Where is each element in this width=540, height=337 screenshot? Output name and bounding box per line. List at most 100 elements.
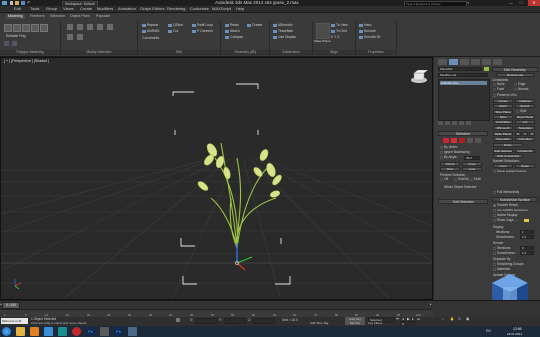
x-button[interactable]: X — [515, 132, 521, 136]
cmd-repeat[interactable]: Repeat — [142, 23, 158, 28]
group-label-align[interactable]: Align — [313, 50, 355, 55]
app-icon[interactable] — [2, 1, 7, 5]
zoom-icon[interactable]: ⌕ — [442, 317, 444, 321]
cage-color-swatch[interactable] — [524, 219, 529, 222]
group-label-subdivision[interactable]: Subdivision — [270, 50, 312, 55]
cmd-xyz[interactable]: X Y Z — [331, 35, 339, 40]
cmd-create[interactable]: Create — [247, 23, 262, 28]
app-icon-7[interactable] — [100, 327, 109, 336]
cmd-relax[interactable]: Relax — [225, 23, 239, 28]
full-interactivity-checkbox[interactable] — [493, 191, 496, 194]
menu-item-views[interactable]: Views — [63, 6, 74, 12]
preview-subobj-radio[interactable] — [454, 178, 457, 181]
open-file-icon[interactable] — [15, 1, 19, 5]
slice-plane-button[interactable]: Slice Plane — [493, 110, 513, 114]
create-tab-icon[interactable] — [438, 59, 447, 65]
edge-mode-icon[interactable] — [451, 138, 457, 143]
shrink-selection-icon[interactable] — [77, 24, 83, 30]
save-file-icon[interactable] — [21, 1, 25, 5]
view-align-button[interactable]: View Align — [493, 137, 513, 141]
cmd-use-displac[interactable]: Use Displac. — [273, 35, 297, 40]
key-filters-button[interactable]: Key Filters... — [368, 321, 392, 325]
viewcube-icon[interactable] — [410, 69, 429, 84]
shrink-button[interactable]: Shrink — [440, 162, 460, 166]
cmd-qslice[interactable]: QSlice — [168, 23, 183, 28]
z-coord-field[interactable] — [253, 318, 275, 324]
rollout-selection[interactable]: Selection — [438, 131, 488, 136]
clock-date[interactable]: 24.01.2014 — [507, 332, 522, 336]
cmd-msmooth[interactable]: MSmooth — [273, 23, 293, 28]
menu-item-customize[interactable]: Customize — [190, 6, 209, 12]
language-indicator[interactable]: EN — [486, 329, 491, 333]
configure-sets-icon[interactable] — [466, 121, 471, 125]
maxscript-listener-field[interactable]: Welcome to M — [1, 318, 28, 324]
orbit-icon[interactable]: ↻ — [458, 317, 461, 321]
modifier-list-dropdown[interactable]: Modifier List — [438, 73, 488, 77]
remove-modifier-icon[interactable] — [459, 121, 464, 125]
attach-button[interactable]: Attach — [493, 104, 513, 108]
render-smoothness-checkbox[interactable] — [493, 252, 496, 255]
quick-access-toolbar[interactable]: ↶ — [10, 1, 32, 5]
stack-down-icon[interactable] — [4, 41, 9, 46]
smoothing-groups-checkbox[interactable] — [493, 263, 496, 266]
photoshop-icon[interactable]: Ps — [86, 327, 95, 336]
iterations-field[interactable]: 1 — [520, 230, 534, 234]
border-mode-icon[interactable] — [459, 138, 465, 143]
vertex-mode-icon[interactable] — [443, 138, 449, 143]
cmd-to-view[interactable]: To View — [331, 23, 348, 28]
menu-item-create[interactable]: Create — [80, 6, 92, 12]
menu-item-graph-editors[interactable]: Graph Editors — [140, 6, 165, 12]
undo-icon[interactable]: ↶ — [27, 1, 31, 5]
x-coord-field[interactable] — [195, 318, 217, 324]
tab-populate[interactable]: Populate — [96, 14, 110, 19]
make-planar-panel-button[interactable]: Make Planar — [493, 132, 513, 136]
isoline-display-checkbox[interactable] — [493, 214, 496, 217]
pin-stack-icon[interactable] — [438, 121, 443, 125]
tab-modeling[interactable]: Modeling — [6, 14, 25, 19]
element-icon[interactable] — [40, 24, 48, 32]
3dsmax-taskbar-icon[interactable] — [58, 327, 67, 336]
y-coord-field[interactable] — [224, 318, 246, 324]
display-tab-icon[interactable] — [482, 59, 491, 65]
tab-freeform[interactable]: Freeform — [30, 14, 45, 19]
utilities-tab-icon[interactable] — [493, 59, 502, 65]
cmd-smooth[interactable]: Smooth — [359, 29, 376, 34]
detach-button[interactable]: Detach — [515, 104, 535, 108]
preserve-uvs-checkbox[interactable] — [493, 94, 496, 97]
msmooth-button[interactable]: MSmooth — [493, 126, 513, 130]
motion-tab-icon[interactable] — [471, 59, 480, 65]
smooth-result-checkbox[interactable] — [493, 204, 496, 207]
smoothness-field[interactable]: 1.0 — [520, 235, 534, 239]
loop-button[interactable]: Loop — [462, 167, 482, 171]
rollout-edit-geometry[interactable]: Edit Geometry — [492, 67, 538, 72]
reset-plane-button[interactable]: Reset Plane — [515, 115, 535, 119]
cmd-smooth-30[interactable]: Smooth 30 — [359, 35, 380, 40]
explorer-icon[interactable] — [16, 327, 25, 336]
cut-button[interactable]: Cut — [515, 120, 535, 124]
quickslice-button[interactable]: QuickSlice — [493, 120, 513, 124]
ring-button[interactable]: Ring — [440, 167, 460, 171]
loop-selection-icon[interactable] — [87, 24, 93, 30]
time-slider[interactable]: 0 / 100 ◂ ▸ 0 5 10 15 20 25 30 35 40 45 … — [0, 300, 540, 318]
pan-icon[interactable]: ✋ — [450, 317, 454, 321]
object-name-field[interactable]: Plane001 — [438, 67, 482, 71]
edge-icon[interactable] — [13, 24, 21, 32]
slice-button[interactable]: Slice — [493, 115, 513, 119]
goto-start-icon[interactable]: ⏮ — [396, 317, 399, 321]
editable-poly-label[interactable]: Editable Poly — [6, 34, 26, 39]
tab-object-paint[interactable]: Object Paint — [70, 14, 90, 19]
app-icon-9[interactable] — [128, 327, 137, 336]
make-unique-icon[interactable] — [452, 121, 457, 125]
grid-align-button[interactable]: Grid Align — [515, 137, 535, 141]
clock-time[interactable]: 13:56 — [513, 327, 522, 331]
viewport-perspective[interactable]: [ + ] [Perspective ] [Shaded ] — [0, 57, 433, 300]
angle-value-field[interactable]: 45.0 — [464, 156, 480, 160]
copy-button[interactable]: Copy — [493, 164, 513, 168]
similar-selection-icon[interactable] — [67, 34, 73, 40]
opera-icon[interactable] — [72, 327, 81, 336]
constraint-none-radio[interactable] — [493, 83, 496, 86]
preview-off-radio[interactable] — [440, 178, 443, 181]
menu-item-maxscript[interactable]: MAXScript — [212, 6, 231, 12]
group-label-properties[interactable]: Properties — [356, 50, 396, 55]
show-end-result-icon[interactable] — [445, 121, 450, 125]
